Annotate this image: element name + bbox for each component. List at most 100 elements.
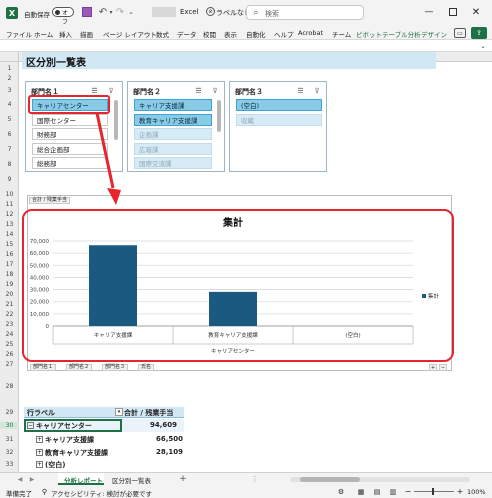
slicer-dept2[interactable]: 部門名２ ☰ ⊽ キャリア支援課 教育キャリア支援課 企画課 広報課 国際交流課	[127, 81, 225, 172]
horizontal-scrollbar[interactable]	[290, 477, 470, 482]
undo-icon[interactable]: ↶	[98, 6, 108, 18]
status-accessibility[interactable]: アクセシビリティ: 検討が必要です	[51, 488, 152, 498]
row-header[interactable]: 10	[0, 191, 19, 198]
tab-review[interactable]: 校閲	[203, 29, 216, 39]
clear-filter-icon[interactable]: ⊽	[106, 86, 116, 95]
page-break-view-icon[interactable]: ▥	[388, 487, 398, 496]
row-header[interactable]: 33	[0, 461, 19, 468]
row-header[interactable]: 22	[0, 311, 19, 318]
expand-toggle-icon[interactable]: +	[36, 449, 43, 456]
row-header[interactable]: 30	[0, 422, 19, 429]
row-header[interactable]: 21	[0, 301, 19, 308]
share-icon[interactable]: ⇪	[471, 27, 487, 39]
collapse-field-icon[interactable]: −	[439, 364, 447, 371]
close-icon[interactable]: ✕	[470, 6, 482, 18]
accessibility-icon[interactable]: ⚲	[40, 487, 49, 496]
tab-formulas[interactable]: 数式	[156, 29, 169, 39]
tab-design[interactable]: デザイン	[421, 29, 447, 39]
multi-select-icon[interactable]: ☰	[194, 86, 203, 95]
row-header[interactable]: 11	[0, 201, 19, 208]
scroll-right-icon[interactable]: ▶	[28, 475, 36, 483]
row-filter-dropdown-icon[interactable]: ▾	[115, 408, 123, 416]
row-header[interactable]: 12	[0, 211, 19, 218]
slicer-dept3-item[interactable]: 収蔵	[236, 114, 322, 126]
slicer-dept1-item[interactable]: 総務部	[32, 157, 108, 169]
tab-insert[interactable]: 挿入	[59, 29, 72, 39]
slicer-dept2-item[interactable]: 広報課	[134, 143, 212, 155]
row-header[interactable]: 5	[0, 116, 19, 123]
search-box[interactable]: ⌕ 検索	[246, 5, 364, 20]
row-header[interactable]: 24	[0, 331, 19, 338]
row-header[interactable]: 29	[0, 409, 19, 416]
multi-select-icon[interactable]: ☰	[296, 86, 305, 95]
row-header[interactable]: 8	[0, 161, 19, 168]
multi-select-icon[interactable]: ☰	[90, 86, 99, 95]
row-header[interactable]: 15	[0, 241, 19, 248]
chart-field-button[interactable]: 氏名	[138, 364, 155, 371]
customize-qat-icon[interactable]: ⌄	[127, 6, 135, 18]
maximize-icon[interactable]	[447, 6, 459, 18]
zoom-in-icon[interactable]: +	[456, 487, 464, 496]
slicer-dept2-item[interactable]: 教育キャリア支援課	[134, 114, 212, 126]
scroll-left-icon[interactable]: ◀	[16, 475, 24, 483]
normal-view-icon[interactable]: ▦	[356, 487, 366, 496]
slicer-dept1-item[interactable]: 財務部	[32, 128, 108, 140]
sheet-tab-active[interactable]: 分析レポート	[58, 473, 104, 485]
row-header[interactable]: 25	[0, 341, 19, 348]
sheet-tab[interactable]: 区分別一覧表	[112, 475, 151, 485]
sheet-title-banner[interactable]: 区分別一覧表	[22, 52, 436, 69]
more-options-icon[interactable]: ⋮	[250, 474, 260, 484]
row-header[interactable]: 27	[0, 361, 19, 368]
tab-page-layout[interactable]: ページ レイアウト	[103, 29, 157, 39]
row-header[interactable]: 18	[0, 271, 19, 278]
row-header[interactable]: 4	[0, 101, 19, 108]
row-header[interactable]: 3	[0, 87, 19, 94]
zoom-out-icon[interactable]: −	[404, 487, 412, 496]
row-header[interactable]: 32	[0, 449, 19, 456]
clear-filter-icon[interactable]: ⊽	[210, 86, 220, 95]
display-settings-icon[interactable]: ⚙	[336, 487, 346, 496]
row-header[interactable]: 14	[0, 231, 19, 238]
save-icon[interactable]	[82, 7, 92, 17]
row-header[interactable]: 2	[0, 75, 19, 82]
undo-dropdown-icon[interactable]: ▾	[108, 6, 114, 18]
slicer-dept2-scrollbar[interactable]	[217, 100, 221, 132]
slicer-dept2-item[interactable]: 国際交流課	[134, 157, 212, 169]
zoom-slider[interactable]	[414, 488, 454, 495]
expand-toggle-icon[interactable]: +	[36, 436, 43, 443]
add-sheet-icon[interactable]: +	[178, 474, 188, 484]
expand-field-icon[interactable]: +	[429, 364, 437, 371]
row-header[interactable]: 20	[0, 291, 19, 298]
slicer-dept3-item[interactable]: (空白)	[236, 99, 322, 111]
chart-field-button[interactable]: 部門名３	[102, 364, 129, 371]
row-header[interactable]: 26	[0, 351, 19, 358]
chart-field-button[interactable]: 部門名２	[66, 364, 93, 371]
tab-acrobat[interactable]: Acrobat	[298, 29, 323, 37]
row-header[interactable]: 19	[0, 281, 19, 288]
slicer-dept1-item[interactable]: 総合企画部	[32, 143, 108, 155]
tab-view[interactable]: 表示	[224, 29, 237, 39]
expand-toggle-icon[interactable]: +	[36, 461, 43, 468]
chart-field-button[interactable]: 部門名１	[30, 364, 57, 371]
row-header[interactable]: 13	[0, 221, 19, 228]
autosave-toggle[interactable]: オフ	[52, 7, 74, 26]
slicer-dept1-item[interactable]: 国際センター	[32, 114, 108, 126]
slicer-dept3[interactable]: 部門名３ ☰ ⊽ (空白) 収蔵	[229, 81, 327, 172]
slicer-dept2-item[interactable]: 企画課	[134, 128, 212, 140]
redo-icon[interactable]: ↷	[115, 6, 125, 18]
tab-draw[interactable]: 描画	[80, 29, 93, 39]
zoom-level[interactable]: 100%	[467, 488, 486, 496]
collapse-ribbon-icon[interactable]: ⌄	[478, 41, 488, 51]
tab-automate[interactable]: 自動化	[246, 29, 266, 39]
row-header[interactable]: 16	[0, 251, 19, 258]
collapse-toggle-icon[interactable]: −	[27, 422, 34, 429]
page-layout-view-icon[interactable]: ▤	[372, 487, 382, 496]
tab-team[interactable]: チーム	[332, 29, 351, 39]
sensitivity-label-icon[interactable]: ⊘	[206, 7, 215, 16]
row-header[interactable]: 7	[0, 146, 19, 153]
comments-icon[interactable]: ▭	[454, 28, 466, 38]
slicer-dept2-item[interactable]: キャリア支援課	[134, 99, 212, 111]
minimize-icon[interactable]: —	[423, 6, 435, 18]
tab-pivottable-analyze[interactable]: ピボットテーブル分析	[356, 29, 421, 39]
row-header[interactable]: 17	[0, 261, 19, 268]
